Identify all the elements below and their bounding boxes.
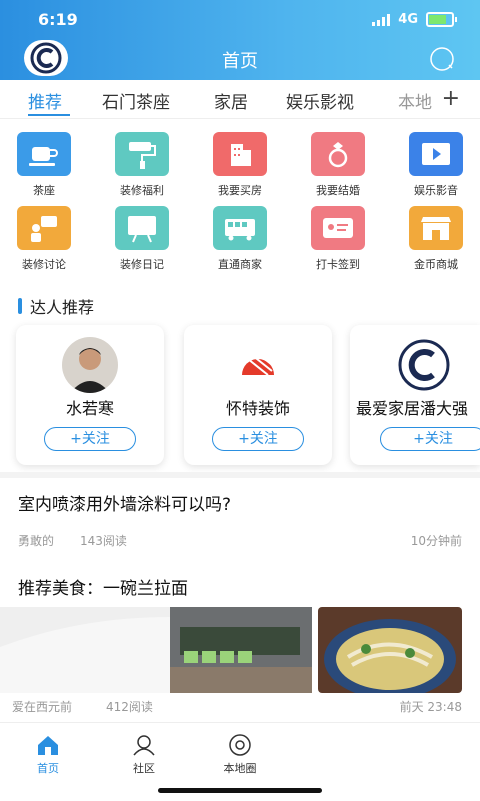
- bus-icon: [213, 206, 267, 250]
- expert-card[interactable]: 水若寒 +关注: [16, 325, 164, 465]
- grid-item-renovation-discussion[interactable]: 装修讨论: [4, 206, 84, 272]
- grid-item-renovation-benefits[interactable]: 装修福利: [102, 132, 182, 198]
- paint-roller-icon: [115, 132, 169, 176]
- expert-card[interactable]: 怀特装饰 +关注: [184, 325, 332, 465]
- grid-item-direct-merchant[interactable]: 直通商家: [200, 206, 280, 272]
- grid-label: 直通商家: [218, 258, 262, 271]
- grid-label: 我要买房: [218, 184, 262, 197]
- article-reads: 143阅读: [80, 534, 127, 548]
- section-divider: [0, 472, 480, 478]
- expert-card[interactable]: 最爱家居潘大强 +关注: [350, 325, 480, 465]
- article-title[interactable]: 推荐美食：一碗兰拉面: [18, 574, 188, 599]
- grid-label: 我要结婚: [316, 184, 360, 197]
- article-author: 勇敢的: [18, 534, 55, 548]
- status-time: 6:19: [38, 10, 78, 29]
- avatar: [62, 337, 118, 393]
- nav-label: 本地圈: [223, 762, 257, 775]
- nav-item-local-circle[interactable]: 本地圈: [210, 733, 270, 776]
- battery-icon: [426, 12, 457, 27]
- grid-item-buy-house[interactable]: 我要买房: [200, 132, 280, 198]
- follow-button[interactable]: +关注: [380, 427, 480, 451]
- article-image[interactable]: [0, 607, 312, 693]
- grid-label: 茶座: [33, 184, 55, 197]
- home-icon: [18, 733, 78, 760]
- tab-shimen-teahouse[interactable]: 石门茶座: [102, 88, 170, 113]
- teacup-icon: [17, 132, 71, 176]
- avatar: [230, 337, 286, 393]
- article-time: 前天 23:48: [399, 700, 462, 714]
- article-title[interactable]: 室内喷漆用外墙涂料可以吗?: [18, 490, 231, 515]
- grid-label: 装修讨论: [22, 258, 66, 271]
- grid-item-wedding[interactable]: 我要结婚: [298, 132, 378, 198]
- tab-local[interactable]: 本地: [398, 88, 432, 113]
- network-label: 4G: [398, 12, 418, 27]
- follow-button[interactable]: +关注: [44, 427, 136, 451]
- page-title: 首页: [222, 51, 258, 72]
- section-title-text: 达人推荐: [30, 298, 95, 317]
- category-tabs: 推荐 石门茶座 家居 娱乐影视 本地 +: [0, 80, 480, 119]
- article-image[interactable]: [318, 607, 462, 693]
- article-author: 爱在西元前: [12, 700, 73, 714]
- article-time: 10分钟前: [410, 534, 462, 548]
- avatar: [396, 337, 452, 393]
- grid-label: 装修日记: [120, 258, 164, 271]
- nav-label: 社区: [133, 762, 155, 775]
- id-card-icon: [311, 206, 365, 250]
- nav-item-community[interactable]: 社区: [114, 733, 174, 776]
- tab-recommend[interactable]: 推荐: [28, 88, 62, 113]
- grid-label: 金币商城: [414, 258, 458, 271]
- grid-item-checkin[interactable]: 打卡签到: [298, 206, 378, 272]
- grid-label: 装修福利: [120, 184, 164, 197]
- ring-icon: [311, 132, 365, 176]
- nav-item-home[interactable]: 首页: [18, 733, 78, 776]
- follow-button[interactable]: +关注: [212, 427, 304, 451]
- article-reads: 412阅读: [106, 700, 153, 714]
- video-icon: [409, 132, 463, 176]
- active-tab-indicator: [28, 114, 70, 116]
- expert-name: 最爱家居潘大强: [356, 399, 469, 418]
- home-indicator[interactable]: [158, 788, 322, 793]
- nav-label: 首页: [37, 762, 59, 775]
- grid-item-entertainment[interactable]: 娱乐影音: [396, 132, 476, 198]
- app-header: 6:19 4G 首页: [0, 0, 480, 80]
- grid-label: 娱乐影音: [414, 184, 458, 197]
- grid-label: 打卡签到: [316, 258, 360, 271]
- search-icon[interactable]: [428, 45, 456, 77]
- signal-icon: [372, 13, 391, 26]
- tab-home[interactable]: 家居: [214, 88, 248, 113]
- expert-name: 怀特装饰: [225, 399, 290, 418]
- community-icon: [114, 733, 174, 760]
- expert-name: 水若寒: [65, 399, 114, 418]
- section-title-experts: 达人推荐: [18, 294, 94, 318]
- grid-item-teahouse[interactable]: 茶座: [4, 132, 84, 198]
- grid-item-coin-mall[interactable]: 金币商城: [396, 206, 476, 272]
- shop-icon: [409, 206, 463, 250]
- building-icon: [213, 132, 267, 176]
- local-circle-icon: [210, 733, 270, 760]
- tab-entertainment[interactable]: 娱乐影视: [286, 88, 354, 113]
- discussion-icon: [17, 206, 71, 250]
- whiteboard-icon: [115, 206, 169, 250]
- section-accent-bar: [18, 298, 22, 314]
- add-tab-icon[interactable]: +: [442, 86, 460, 111]
- status-indicators: 4G: [372, 12, 457, 27]
- grid-item-renovation-diary[interactable]: 装修日记: [102, 206, 182, 272]
